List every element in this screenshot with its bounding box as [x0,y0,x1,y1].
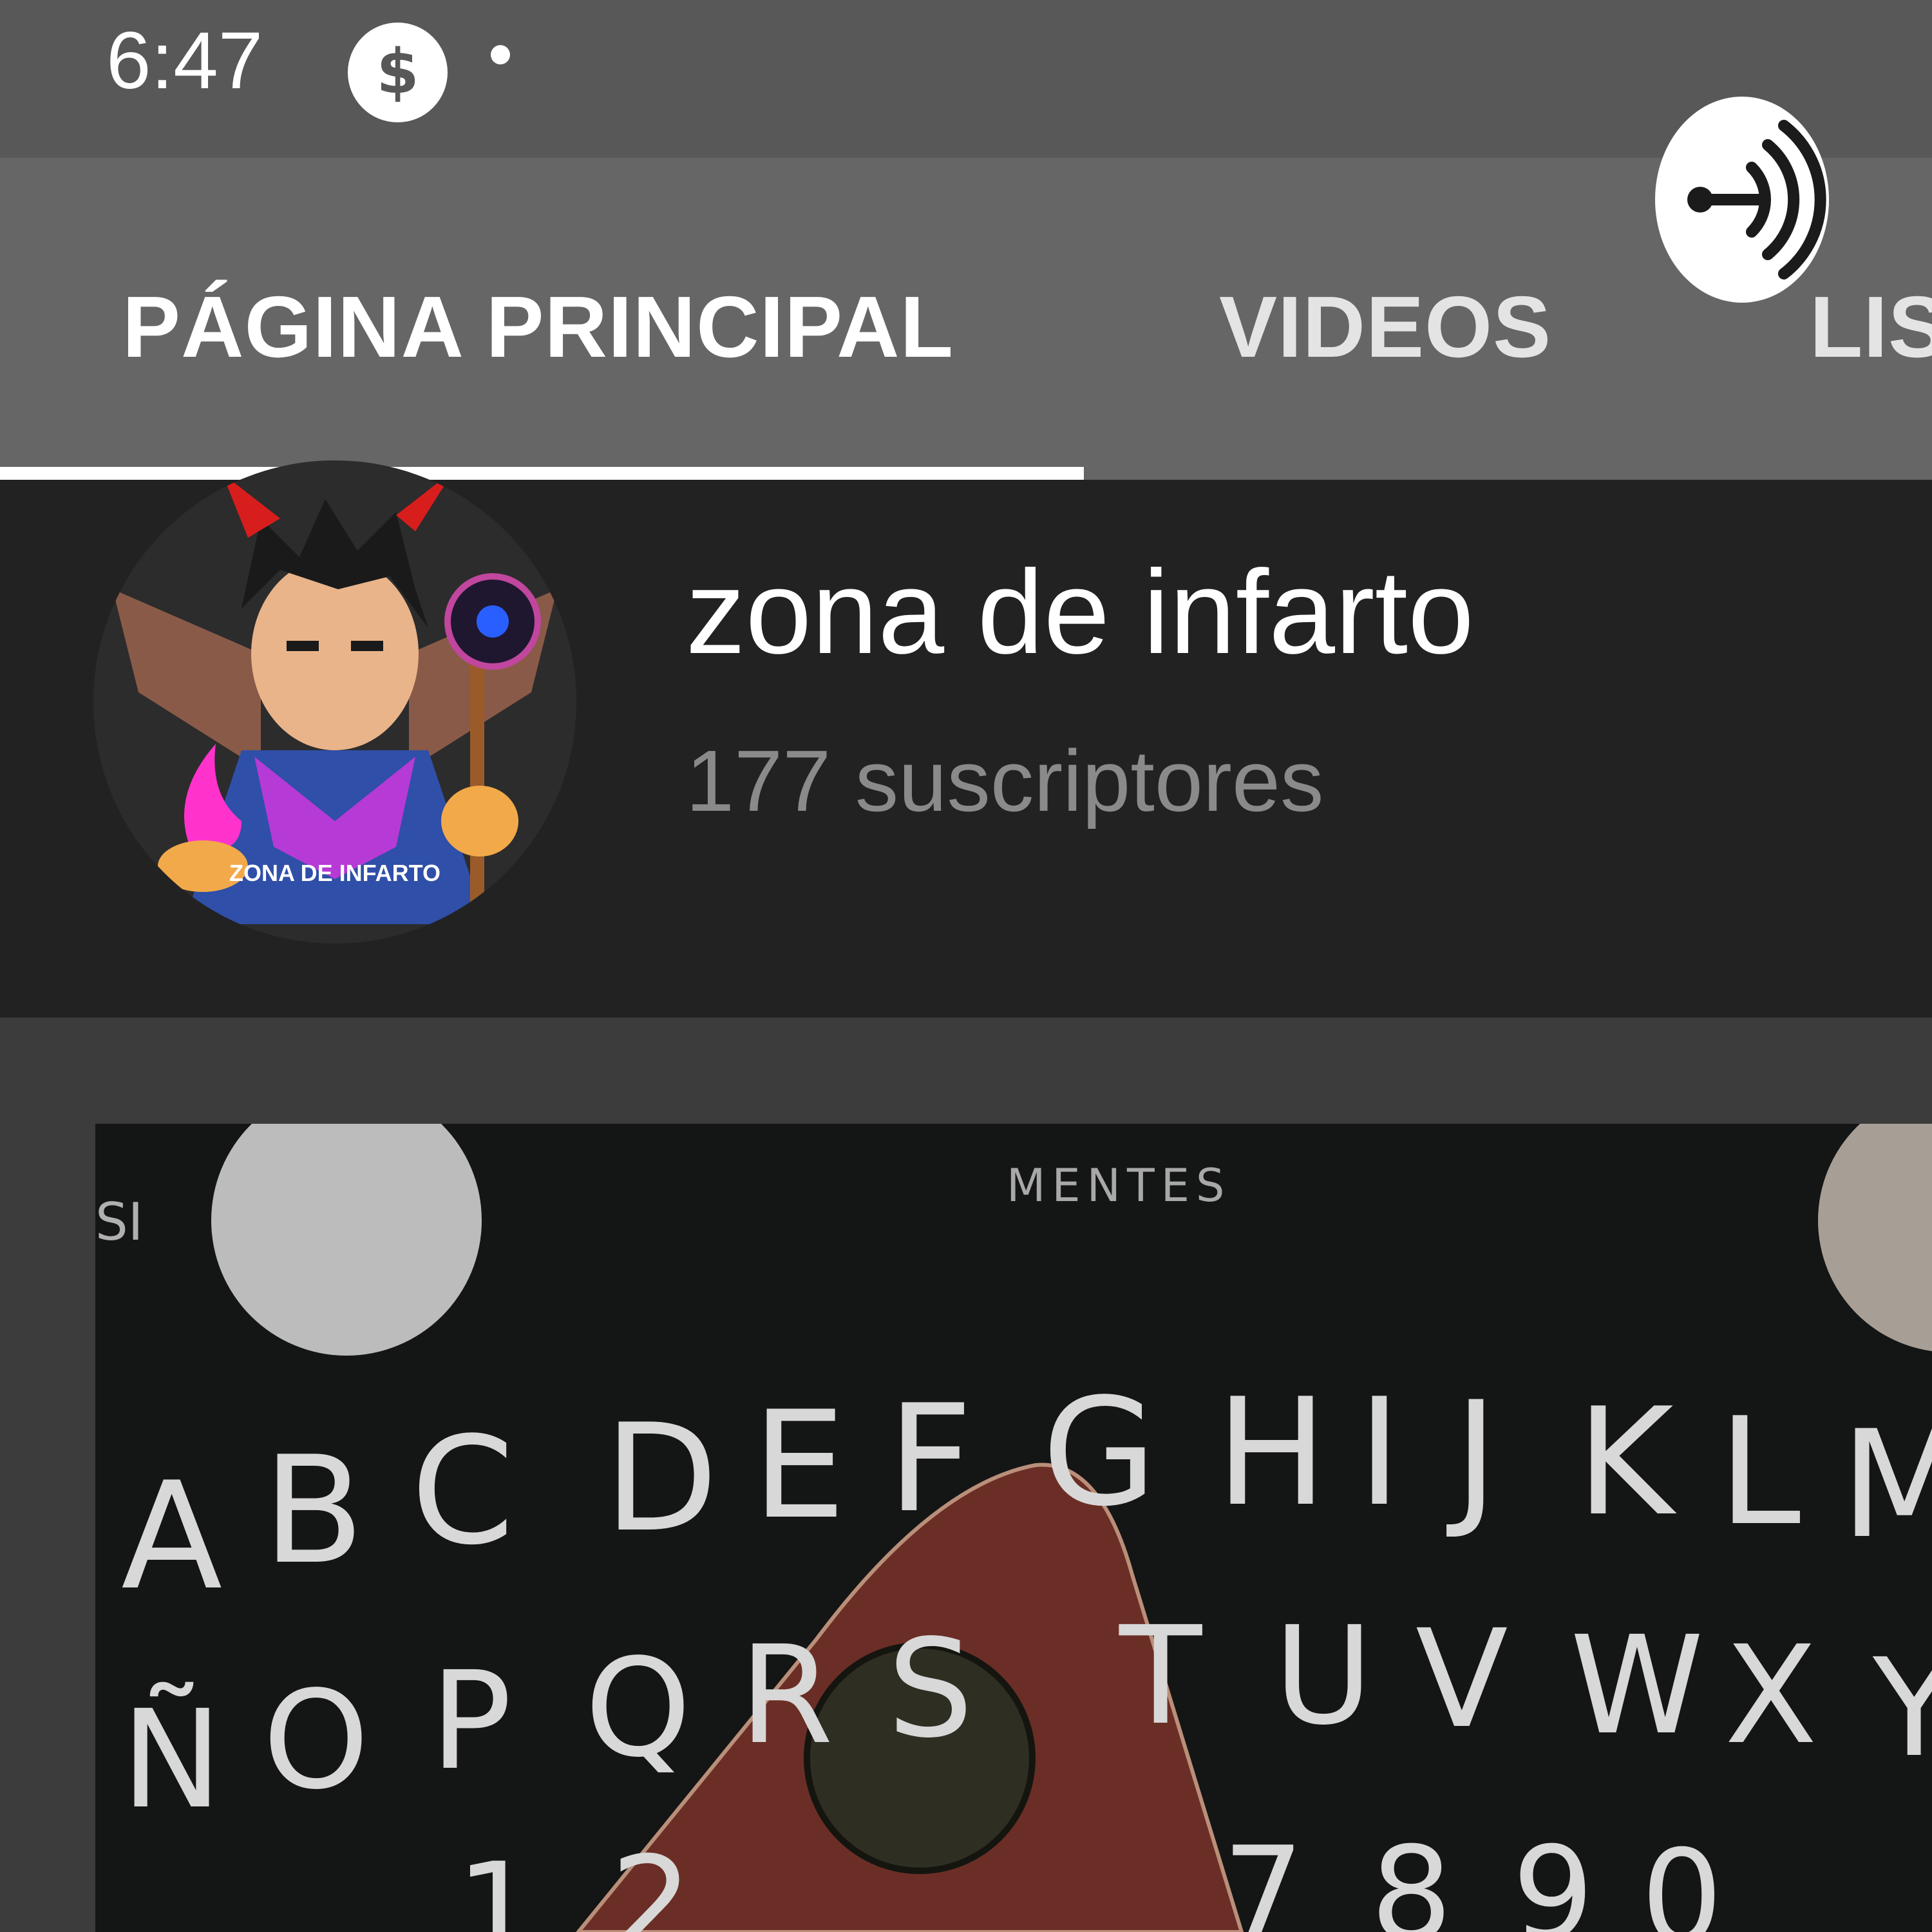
ouija-letter-row2-6: T [1119,1597,1202,1755]
tab-videos[interactable]: VIDEOS [1219,277,1551,377]
ouija-letter-row1-5: F [887,1374,972,1546]
ouija-letter-row2-2: P [430,1642,512,1800]
channel-avatar[interactable]: ZONA DE INFARTO [93,460,576,943]
active-tab-indicator [0,467,1084,480]
channel-tab-bar: PÁGINA PRINCIPAL VIDEOS LIS [0,158,1932,480]
ouija-letter-row2-3: Q [585,1629,691,1787]
ouija-letter-row2-7: U [1274,1597,1373,1755]
notification-dot-icon [491,45,510,64]
ouija-letter-row1-1: B [263,1425,365,1597]
dollar-icon: $ [348,23,448,122]
ouija-letter-row3-5: 0 [1641,1823,1723,1932]
ouija-letter-row2-11: Y [1872,1629,1932,1787]
thumb-top-text: MENTES [1007,1159,1231,1212]
ouija-letter-row3-1: 2 [611,1829,692,1932]
tab-pagina-principal[interactable]: PÁGINA PRINCIPAL [122,277,954,377]
ouija-letter-row1-11: L [1718,1387,1801,1558]
ouija-letter-row1-0: A [121,1451,222,1623]
video-thumbnail[interactable]: SI MENTES ABCDEFGHIJKLM ÑOPQRSTUVWXY 12 7… [95,1124,1932,1932]
ouija-letter-row2-4: R [739,1616,833,1774]
ouija-letter-row2-10: X [1725,1616,1817,1774]
ouija-letter-row3-0: 1 [456,1835,538,1932]
thumb-corner-text: SI [95,1192,143,1252]
ouija-letter-row2-8: V [1416,1600,1508,1758]
status-bar: 6:47 $ [0,0,1932,158]
ouija-letter-row3-2: 7 [1222,1819,1304,1932]
ouija-letter-row1-9: J [1446,1370,1498,1542]
ouija-letter-row1-4: E [752,1380,846,1552]
ouija-letter-row3-3: 8 [1370,1819,1452,1932]
channel-name: zona de infarto [686,546,1474,679]
ouija-letter-row2-0: Ñ [121,1681,222,1839]
ouija-board-image: SI MENTES ABCDEFGHIJKLM ÑOPQRSTUVWXY 12 7… [95,1124,1932,1932]
ouija-letter-row3-4: 9 [1512,1819,1594,1932]
avatar-caption: ZONA DE INFARTO [229,860,440,886]
podcast-icon [1655,97,1829,303]
ouija-letter-row1-2: C [411,1406,515,1578]
ouija-letter-row1-3: D [604,1393,718,1565]
ouija-letter-row1-6: G [1042,1367,1157,1539]
subscriber-count: 177 suscriptores [686,732,1324,829]
clock: 6:47 [106,16,263,106]
channel-header: ZONA DE INFARTO zona de infarto 177 susc… [0,460,1932,1018]
ouija-letter-row2-9: W [1570,1607,1704,1765]
ouija-letter-row1-12: M [1841,1399,1932,1571]
ouija-letter-row1-7: H [1216,1367,1327,1539]
ouija-letter-row1-10: K [1577,1377,1677,1549]
ouija-letter-row2-5: S [887,1610,973,1768]
ouija-letter-row1-8: I [1358,1367,1401,1539]
ouija-letter-row2-1: O [263,1662,369,1819]
